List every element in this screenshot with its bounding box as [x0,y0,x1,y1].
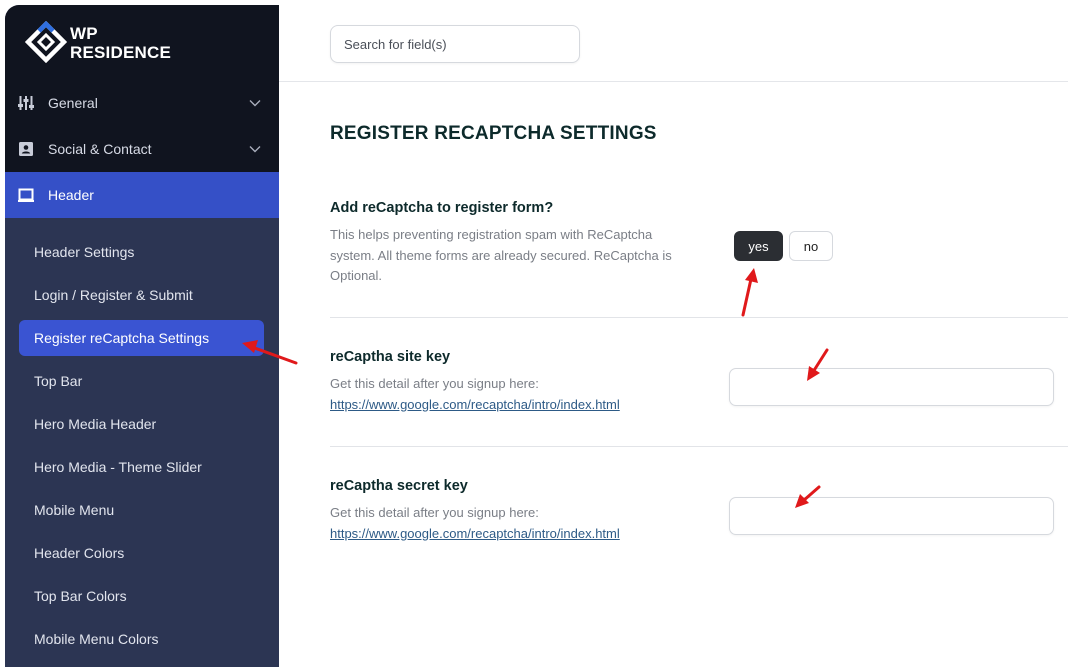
sliders-icon [18,96,34,110]
divider [330,317,1068,318]
sidebar-item-social-contact[interactable]: Social & Contact [5,126,279,172]
sidebar-item-label: Header [48,187,94,203]
recaptcha-signup-link[interactable]: https://www.google.com/recaptcha/intro/i… [330,524,700,545]
sidebar-subitem-hero-media-header[interactable]: Hero Media Header [19,406,264,442]
sidebar-subitem-mobile-menu[interactable]: Mobile Menu [19,492,264,528]
brand-logo[interactable]: WP RESIDENCE [5,5,279,85]
sidebar-subitem-label: Hero Media Header [34,416,157,432]
sidebar-item-label: Social & Contact [48,141,152,157]
option-description: This helps preventing registration spam … [330,227,672,283]
sidebar-subitem-login-register[interactable]: Login / Register & Submit [19,277,264,313]
divider [330,446,1068,447]
brand-line-1: WP [70,24,98,43]
sidebar-subitem-label: Register reCaptcha Settings [34,330,210,346]
sidebar-subitem-header-settings[interactable]: Header Settings [19,234,264,270]
chevron-down-icon [249,146,261,153]
sidebar-subitem-top-bar[interactable]: Top Bar [19,363,264,399]
sidebar-item-label: General [48,95,98,111]
sidebar-subitem-label: Hero Media - Theme Slider [34,459,202,475]
option-description-text: Get this detail after you signup here: [330,505,539,520]
secret-key-field[interactable] [729,497,1054,535]
sidebar-subitem-label: Header Settings [34,244,135,260]
option-title: reCaptha secret key [330,478,468,494]
chevron-down-icon [249,100,261,107]
sidebar-subitem-label: Top Bar Colors [34,588,127,604]
contact-card-icon [19,142,33,156]
sidebar-subitem-label: Header Colors [34,545,125,561]
search-input[interactable] [330,25,580,63]
monitor-icon [18,188,34,202]
sidebar-subitem-register-recaptcha[interactable]: Register reCaptcha Settings [19,320,264,356]
sidebar-subitem-label: Mobile Menu [34,502,115,518]
logo-diamond-icon [25,21,67,63]
option-description-text: Get this detail after you signup here: [330,376,539,391]
main-content: REGISTER RECAPTCHA SETTINGS Add reCaptch… [279,5,1068,667]
top-bar [279,5,1068,82]
option-description: Get this detail after you signup here: h… [330,374,700,415]
sidebar-item-header[interactable]: Header [5,172,279,218]
sidebar-subitem-mobile-menu-colors[interactable]: Mobile Menu Colors [19,621,264,657]
brand-name: WP RESIDENCE [70,24,171,62]
option-description: Get this detail after you signup here: h… [330,503,700,544]
recaptcha-signup-link[interactable]: https://www.google.com/recaptcha/intro/i… [330,395,700,416]
sidebar-item-general[interactable]: General [5,80,279,126]
brand-line-2: RESIDENCE [70,43,171,62]
option-title: Add reCaptcha to register form? [330,200,554,216]
sidebar-subitem-header-colors[interactable]: Header Colors [19,535,264,571]
yes-button[interactable]: yes [734,231,783,261]
sidebar-subitem-label: Mobile Menu Colors [34,631,159,647]
no-button[interactable]: no [789,231,833,261]
sidebar-subitem-hero-media-slider[interactable]: Hero Media - Theme Slider [19,449,264,485]
option-title: reCaptha site key [330,349,451,365]
sidebar: WP RESIDENCE General Social & Contact He… [5,5,279,667]
site-key-field[interactable] [729,368,1054,406]
sidebar-subitem-label: Login / Register & Submit [34,287,193,303]
sidebar-subitem-top-bar-colors[interactable]: Top Bar Colors [19,578,264,614]
sidebar-subitem-label: Top Bar [34,373,83,389]
section-title: REGISTER RECAPTCHA SETTINGS [330,123,657,144]
